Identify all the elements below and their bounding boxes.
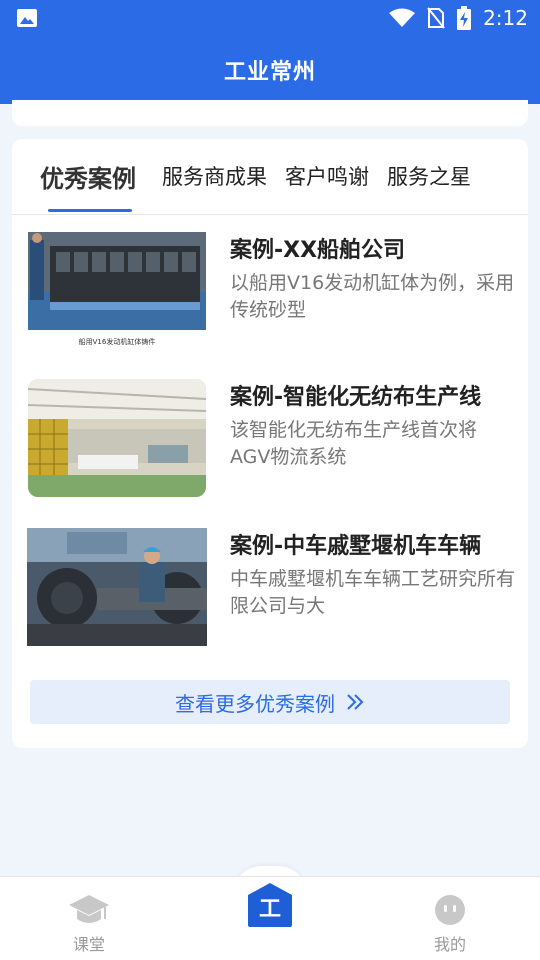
tab-service-stars[interactable]: 服务之星	[387, 161, 471, 191]
nav-item-industry-home[interactable]: 工	[210, 877, 330, 960]
industry-home-glyph: 工	[259, 897, 281, 922]
cases-card: 优秀案例 服务商成果 客户鸣谢 服务之星 船用V16发动机缸体铸件 案例-XX船…	[12, 139, 528, 748]
wifi-icon	[389, 8, 416, 27]
case-image-locomotive-engine	[27, 528, 207, 646]
tab-customer-thanks[interactable]: 客户鸣谢	[285, 161, 369, 191]
case-title: 案例-中车戚墅堰机车车辆	[230, 534, 482, 559]
nav-item-mine[interactable]: 我的	[390, 877, 510, 960]
bottom-nav: 课堂 工 我的	[0, 876, 540, 960]
tab-provider-results[interactable]: 服务商成果	[162, 161, 267, 191]
nav-label-classroom: 课堂	[72, 935, 105, 954]
app-bar: 工业常州	[0, 36, 540, 104]
case-description: 该智能化无纺布生产线首次将AGV物流系统	[230, 419, 478, 468]
engine-caption: 船用V16发动机缸体铸件	[79, 337, 156, 346]
tab-bar: 优秀案例 服务商成果 客户鸣谢 服务之星	[12, 139, 528, 215]
view-more-cases-button[interactable]: 查看更多优秀案例	[30, 680, 510, 724]
page-title: 工业常州	[223, 60, 316, 85]
tab-indicator	[48, 209, 132, 212]
nav-item-classroom[interactable]: 课堂	[29, 877, 149, 960]
battery-charging-icon	[457, 6, 472, 30]
nav-label-mine: 我的	[433, 935, 466, 954]
case-title: 案例-XX船舶公司	[230, 238, 406, 263]
double-chevron-right-icon	[347, 694, 364, 710]
status-time: 2:12	[483, 6, 528, 30]
case-item-nonwoven[interactable]: 案例-智能化无纺布生产线 该智能化无纺布生产线首次将AGV物流系统	[12, 379, 528, 501]
status-bar: 2:12	[0, 0, 540, 36]
case-description: 中车戚墅堰机车车辆工艺研究所有限公司与大	[230, 568, 516, 617]
tab-excellent-cases[interactable]: 优秀案例	[40, 159, 136, 194]
graduation-cap-icon	[69, 895, 109, 923]
case-image-production-line	[28, 379, 206, 497]
case-title: 案例-智能化无纺布生产线	[230, 385, 482, 410]
view-more-label: 查看更多优秀案例	[175, 691, 335, 716]
case-image-engine-block: 船用V16发动机缸体铸件	[28, 232, 206, 350]
previous-card	[12, 100, 528, 126]
profile-face-icon	[435, 895, 465, 925]
no-sim-icon	[427, 7, 445, 29]
case-item-crrc[interactable]: 案例-中车戚墅堰机车车辆 中车戚墅堰机车车辆工艺研究所有限公司与大	[12, 528, 528, 650]
image-icon	[17, 9, 37, 27]
case-item-ship[interactable]: 船用V16发动机缸体铸件 案例-XX船舶公司 以船用V16发动机缸体为例，采用传…	[12, 232, 528, 354]
case-description: 以船用V16发动机缸体为例，采用传统砂型	[230, 272, 515, 321]
industry-home-icon: 工	[248, 883, 292, 927]
